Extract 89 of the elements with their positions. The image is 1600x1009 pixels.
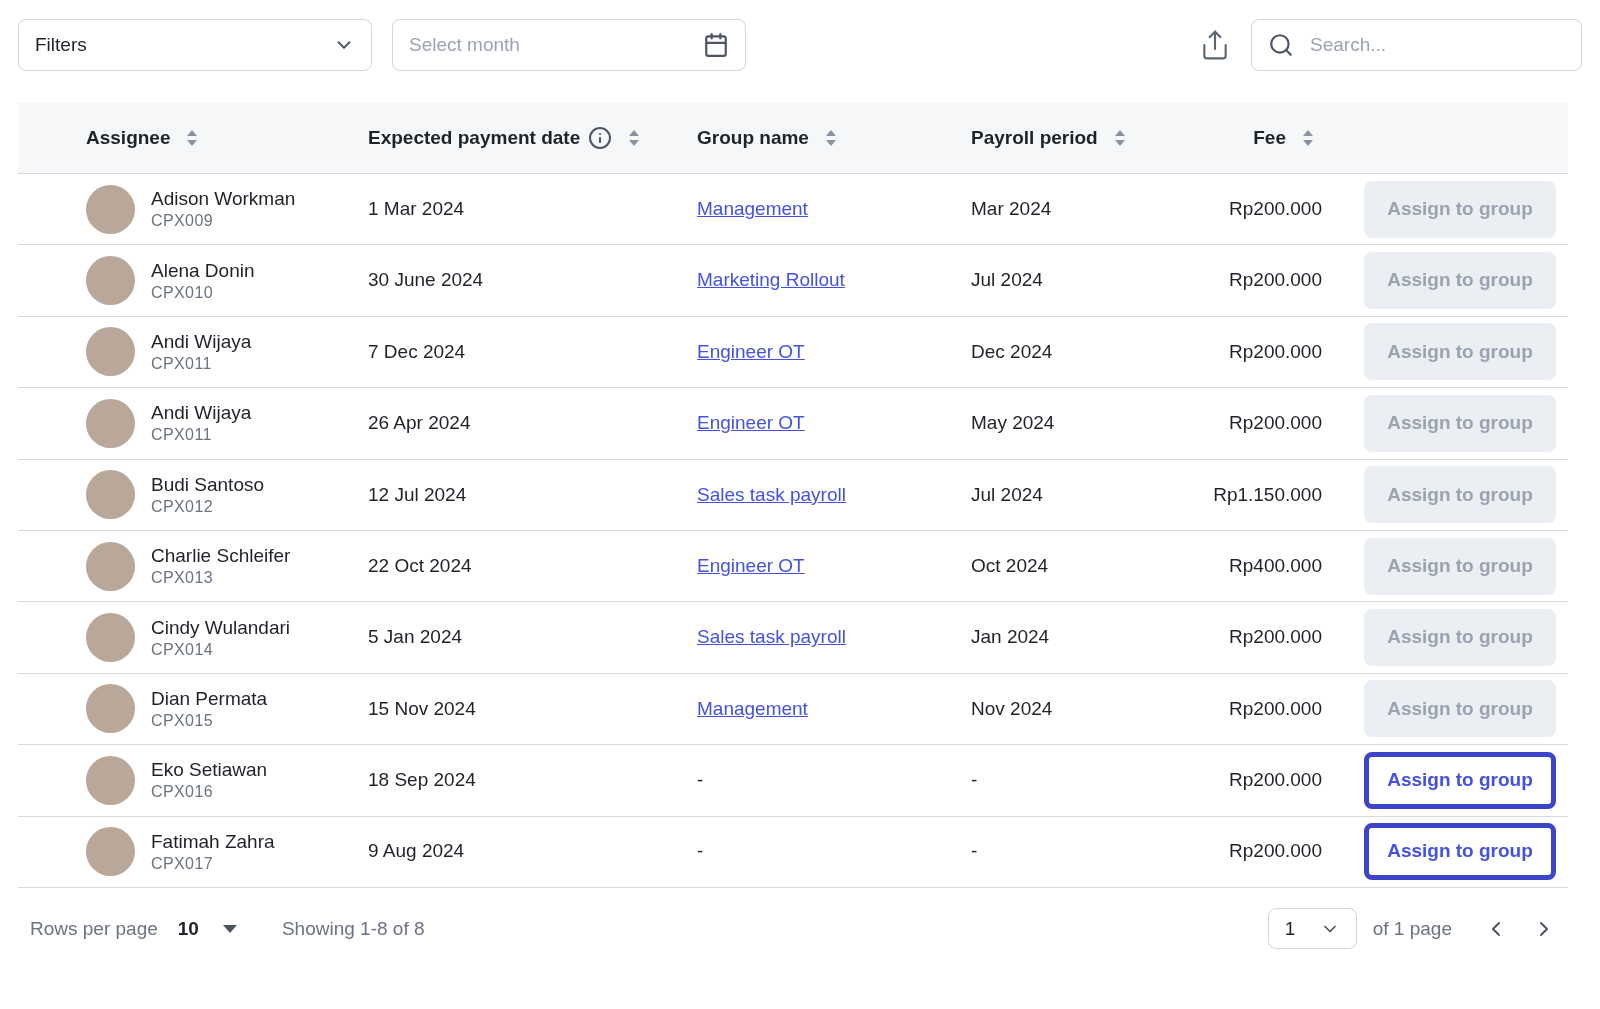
sort-icon[interactable] [186, 129, 199, 147]
assignee-code: CPX015 [151, 710, 214, 731]
payroll-period: Mar 2024 [971, 196, 1053, 221]
avatar [86, 256, 135, 306]
payroll-period: Nov 2024 [971, 696, 1054, 721]
column-header: Fee [1253, 125, 1286, 150]
assignee-name: Budi Santoso [151, 472, 265, 497]
payroll-period: Jul 2024 [971, 482, 1044, 507]
avatar [86, 613, 135, 663]
fee-amount: Rp200.000 [1228, 196, 1322, 221]
column-header: Group name [697, 125, 809, 150]
caret-down-icon [222, 924, 237, 933]
payroll-period: Dec 2024 [971, 339, 1054, 364]
fee-amount: Rp400.000 [1228, 553, 1322, 578]
rows-per-page-select[interactable]: 10 [177, 914, 237, 944]
payment-date: 22 Oct 2024 [368, 553, 473, 578]
assignee-name: Fatimah Zahra [151, 829, 275, 854]
fee-amount: Rp200.000 [1228, 339, 1322, 364]
filters-label: Filters [35, 32, 87, 57]
assignee-name: Alena Donin [151, 258, 255, 283]
showing-count: Showing 1-8 of 8 [281, 916, 425, 941]
assignee-name: Charlie Schleifer [151, 544, 291, 569]
avatar [86, 184, 135, 234]
avatar [86, 684, 135, 734]
group-name: - [697, 840, 704, 862]
assign-to-group-button[interactable]: Assign to group [1364, 751, 1556, 809]
payment-date: 1 Mar 2024 [368, 196, 466, 221]
fee-amount: Rp200.000 [1228, 768, 1322, 793]
payment-date: 9 Aug 2024 [368, 839, 466, 864]
sort-icon[interactable] [824, 129, 837, 147]
assignee-name: Eko Setiawan [151, 758, 268, 783]
search-field[interactable]: Search... [1251, 19, 1582, 71]
fee-amount: Rp200.000 [1228, 696, 1322, 721]
assignee-name: Andi Wijaya [151, 401, 252, 426]
assignee-name: Dian Permata [151, 686, 268, 711]
page-count: of 1 page [1372, 916, 1452, 941]
assignee-code: CPX014 [151, 639, 214, 660]
column-header: Payroll period [971, 125, 1098, 150]
assignee-name: Adison Workman [151, 187, 296, 212]
assignee-code: CPX016 [151, 782, 214, 803]
month-picker-field[interactable]: Select month [392, 19, 746, 71]
assignee-code: CPX011 [151, 425, 213, 446]
payroll-period: Jan 2024 [971, 625, 1051, 650]
column-header: Expected payment date [368, 125, 581, 150]
sort-icon[interactable] [628, 129, 641, 147]
avatar [86, 541, 135, 591]
avatar [86, 827, 135, 877]
payroll-period: - [971, 768, 979, 793]
calendar-icon [703, 32, 729, 58]
page-select[interactable]: 1 [1267, 908, 1357, 950]
payment-date: 18 Sep 2024 [368, 768, 477, 793]
sort-icon[interactable] [1113, 129, 1126, 147]
sort-icon[interactable] [1302, 129, 1314, 147]
assign-to-group-button[interactable]: Assign to group [1364, 823, 1556, 881]
info-icon[interactable] [588, 126, 613, 150]
assignee-code: CPX009 [151, 211, 214, 232]
payroll-period: - [971, 839, 979, 864]
group-name: - [697, 769, 704, 791]
assignee-name: Cindy Wulandari [151, 615, 291, 640]
avatar [86, 755, 135, 805]
search-icon [1268, 32, 1294, 58]
column-header: Assignee [86, 125, 171, 150]
assignee-name: Andi Wijaya [151, 329, 252, 354]
assignee-code: CPX017 [151, 853, 214, 874]
fee-amount: Rp200.000 [1228, 411, 1322, 436]
assignee-code: CPX010 [151, 282, 214, 303]
payment-date: 5 Jan 2024 [368, 625, 464, 650]
rows-per-page-label: Rows per page [30, 916, 158, 941]
payment-date: 15 Nov 2024 [368, 696, 477, 721]
avatar [86, 327, 135, 377]
payment-date: 30 June 2024 [368, 268, 485, 293]
avatar [86, 398, 135, 448]
fee-amount: Rp1.150.000 [1212, 482, 1322, 507]
payment-date: 26 Apr 2024 [368, 411, 472, 436]
fee-amount: Rp200.000 [1228, 625, 1322, 650]
fee-amount: Rp200.000 [1228, 268, 1322, 293]
assignee-code: CPX012 [151, 496, 214, 517]
filters-dropdown[interactable]: Filters [18, 19, 372, 71]
search-input[interactable]: Search... [1310, 30, 1560, 60]
payment-date: 12 Jul 2024 [368, 482, 468, 507]
payment-date: 7 Dec 2024 [368, 339, 467, 364]
payroll-period: May 2024 [971, 411, 1056, 436]
assignee-code: CPX013 [151, 568, 214, 589]
month-input[interactable]: Select month [409, 30, 669, 60]
assignee-code: CPX011 [151, 353, 213, 374]
fee-amount: Rp200.000 [1228, 839, 1322, 864]
payroll-period: Jul 2024 [971, 268, 1044, 293]
avatar [86, 470, 135, 520]
payroll-period: Oct 2024 [971, 553, 1050, 578]
